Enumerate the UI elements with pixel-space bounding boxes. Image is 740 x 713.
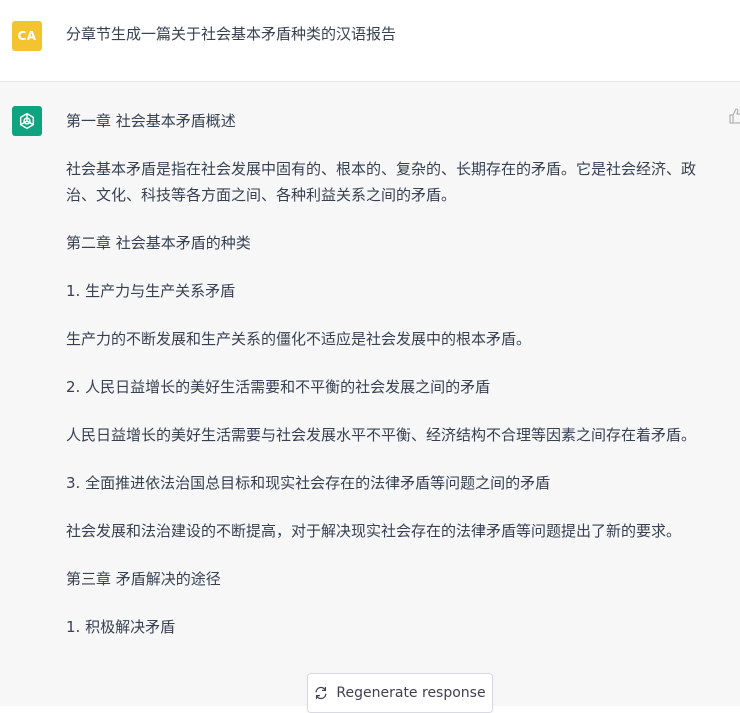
response-paragraph: 生产力的不断发展和生产关系的僵化不适应是社会发展中的根本矛盾。 [66, 330, 532, 348]
response-heading: 第一章 社会基本矛盾概述 [66, 112, 236, 130]
response-list-item: 3. 全面推进依法治国总目标和现实社会存在的法律矛盾等问题之间的矛盾 [66, 474, 551, 492]
regenerate-label: Regenerate response [336, 685, 486, 701]
assistant-message-row: 第一章 社会基本矛盾概述 社会基本矛盾是指在社会发展中固有的、根本的、复杂的、长… [0, 82, 740, 706]
user-message-row: CA 分章节生成一篇关于社会基本矛盾种类的汉语报告 [0, 0, 740, 82]
assistant-response: 第一章 社会基本矛盾概述 社会基本矛盾是指在社会发展中固有的、根本的、复杂的、长… [66, 108, 696, 662]
response-list-item: 1. 积极解决矛盾 [66, 618, 176, 636]
regenerate-response-button[interactable]: Regenerate response [307, 673, 493, 713]
response-paragraph: 社会发展和法治建设的不断提高，对于解决现实社会存在的法律矛盾等问题提出了新的要求… [66, 522, 682, 540]
response-paragraph: 人民日益增长的美好生活需要与社会发展水平不平衡、经济结构不合理等因素之间存在着矛… [66, 426, 697, 444]
assistant-avatar [12, 106, 42, 136]
user-message-text: 分章节生成一篇关于社会基本矛盾种类的汉语报告 [66, 25, 397, 43]
refresh-icon [315, 686, 327, 700]
response-list-item: 2. 人民日益增长的美好生活需要和不平衡的社会发展之间的矛盾 [66, 378, 491, 396]
response-heading: 第三章 矛盾解决的途径 [66, 570, 221, 588]
response-paragraph: 社会基本矛盾是指在社会发展中固有的、根本的、复杂的、长期存在的矛盾。它是社会经济… [66, 160, 697, 204]
openai-logo-icon [19, 112, 35, 130]
response-heading: 第二章 社会基本矛盾的种类 [66, 234, 251, 252]
thumbs-up-icon[interactable] [729, 108, 740, 124]
response-list-item: 1. 生产力与生产关系矛盾 [66, 282, 236, 300]
user-avatar: CA [12, 21, 42, 51]
